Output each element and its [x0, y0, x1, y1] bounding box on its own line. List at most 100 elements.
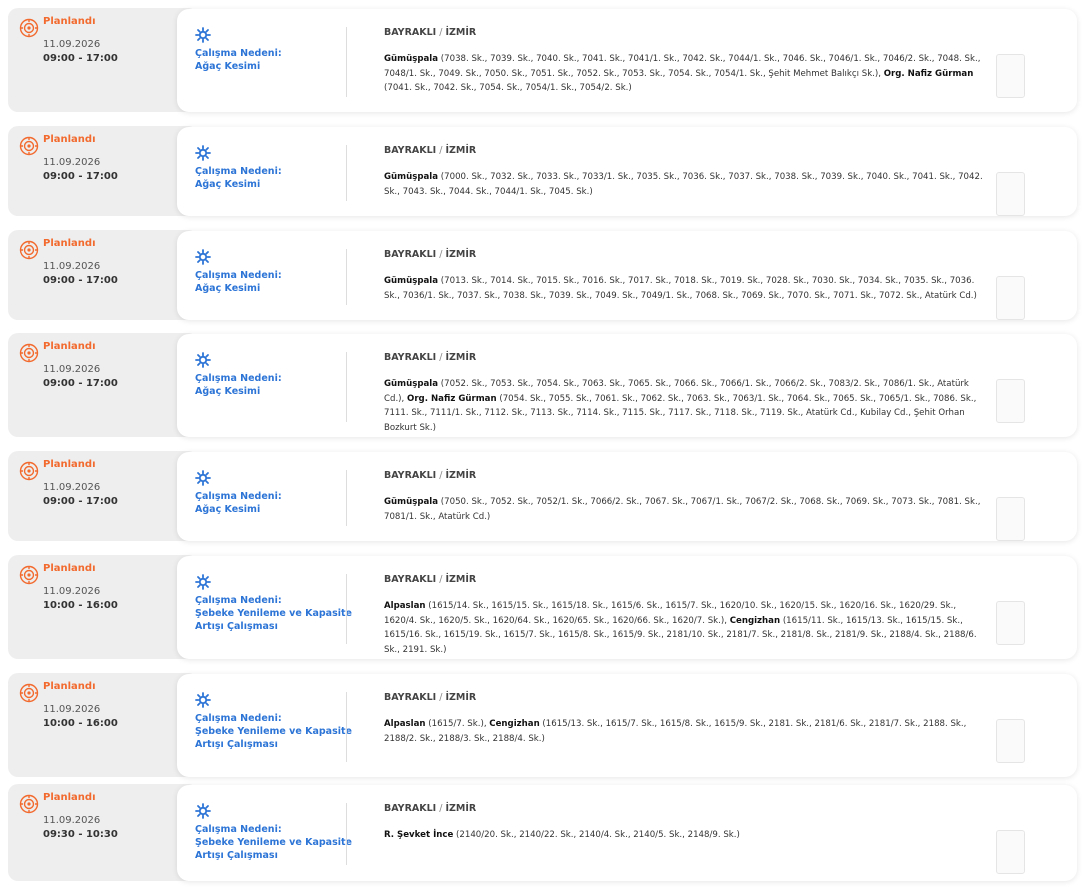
affected-streets: Alpaslan (1615/14. Sk., 1615/15. Sk., 16… [384, 599, 989, 657]
location: BAYRAKLI / İZMİR [384, 145, 477, 156]
outage-status-panel: Planlandı 11.09.2026 09:30 - 10:30 [8, 784, 198, 881]
map-thumbnail[interactable] [996, 54, 1025, 98]
work-reason: Çalışma Nedeni: Ağaç Kesimi [195, 269, 355, 295]
neighborhood-name: Org. Nafiz Gürman [883, 68, 974, 79]
district-label: BAYRAKLI [384, 574, 437, 585]
work-reason: Çalışma Nedeni: Ağaç Kesimi [195, 165, 355, 191]
divider [346, 145, 347, 201]
outage-detail-card: Çalışma Nedeni: Ağaç Kesimi BAYRAKLI / İ… [177, 334, 1077, 437]
outage-status-panel: Planlandı 11.09.2026 09:00 - 17:00 [8, 451, 198, 541]
neighborhood-name: Alpaslan [384, 601, 426, 611]
map-thumbnail[interactable] [996, 276, 1025, 320]
work-reason-text: Şebeke Yenileme ve Kapasite Artışı Çalış… [195, 837, 352, 861]
maintenance-gear-icon [195, 470, 211, 486]
outage-gear-icon [19, 461, 39, 481]
street-list: (1615/7. Sk.), [425, 719, 490, 729]
neighborhood-name: Gümüşpala [384, 497, 439, 507]
neighborhood-name: Gümüşpala [384, 54, 439, 64]
outage-status-panel: Planlandı 11.09.2026 09:00 - 17:00 [8, 8, 198, 112]
street-list: (2140/20. Sk., 2140/22. Sk., 2140/4. Sk.… [453, 830, 740, 840]
outage-gear-icon [19, 683, 39, 703]
outage-row: Planlandı 11.09.2026 09:00 - 17:00 Çalış… [8, 8, 1078, 112]
outage-status-panel: Planlandı 11.09.2026 10:00 - 16:00 [8, 673, 198, 777]
status-label: Planlandı [43, 681, 96, 692]
outage-detail-card: Çalışma Nedeni: Ağaç Kesimi BAYRAKLI / İ… [177, 127, 1077, 216]
outage-time: 09:00 - 17:00 [43, 275, 118, 286]
work-reason-prefix: Çalışma Nedeni: [195, 824, 282, 835]
affected-streets: Gümüşpala (7000. Sk., 7032. Sk., 7033. S… [384, 170, 989, 199]
outage-time: 09:00 - 17:00 [43, 378, 118, 389]
location: BAYRAKLI / İZMİR [384, 803, 477, 814]
district-label: BAYRAKLI [384, 352, 437, 363]
status-label: Planlandı [43, 459, 96, 470]
outage-detail-card: Çalışma Nedeni: Ağaç Kesimi BAYRAKLI / İ… [177, 452, 1077, 541]
outage-gear-icon [19, 343, 39, 363]
outage-row: Planlandı 11.09.2026 10:00 - 16:00 Çalış… [8, 555, 1078, 659]
divider [346, 27, 347, 97]
district-label: BAYRAKLI [384, 145, 437, 156]
outage-date: 11.09.2026 [43, 704, 101, 715]
work-reason-prefix: Çalışma Nedeni: [195, 595, 282, 606]
neighborhood-name: Cengizhan [489, 719, 540, 729]
work-reason-prefix: Çalışma Nedeni: [195, 491, 282, 502]
work-reason-text: Ağaç Kesimi [195, 283, 261, 294]
neighborhood-name: Org. Nafiz Gürman [407, 393, 497, 404]
city-label: İZMİR [445, 803, 477, 814]
outage-row: Planlandı 11.09.2026 09:30 - 10:30 Çalış… [8, 784, 1078, 881]
maintenance-gear-icon [195, 574, 211, 590]
work-reason-text: Ağaç Kesimi [195, 179, 261, 190]
location: BAYRAKLI / İZMİR [384, 574, 477, 585]
divider [346, 249, 347, 305]
location: BAYRAKLI / İZMİR [384, 249, 477, 260]
affected-streets: Gümüşpala (7050. Sk., 7052. Sk., 7052/1.… [384, 495, 989, 524]
work-reason: Çalışma Nedeni: Şebeke Yenileme ve Kapas… [195, 823, 355, 862]
status-label: Planlandı [43, 341, 96, 352]
maintenance-gear-icon [195, 249, 211, 265]
city-label: İZMİR [445, 692, 477, 703]
work-reason: Çalışma Nedeni: Ağaç Kesimi [195, 372, 355, 398]
work-reason-prefix: Çalışma Nedeni: [195, 48, 282, 59]
work-reason-prefix: Çalışma Nedeni: [195, 713, 282, 724]
outage-time: 10:00 - 16:00 [43, 718, 118, 729]
city-label: İZMİR [445, 145, 477, 156]
neighborhood-name: Gümüşpala [384, 379, 439, 389]
divider [346, 470, 347, 526]
affected-streets: Gümüşpala (7013. Sk., 7014. Sk., 7015. S… [384, 274, 989, 303]
work-reason-prefix: Çalışma Nedeni: [195, 270, 282, 281]
neighborhood-name: Cengizhan [729, 615, 781, 626]
divider [346, 803, 347, 865]
map-thumbnail[interactable] [996, 379, 1025, 423]
outage-time: 09:00 - 17:00 [43, 496, 118, 507]
work-reason-text: Şebeke Yenileme ve Kapasite Artışı Çalış… [195, 726, 352, 750]
map-thumbnail[interactable] [996, 719, 1025, 763]
outage-date: 11.09.2026 [43, 482, 101, 493]
map-thumbnail[interactable] [996, 601, 1025, 645]
district-label: BAYRAKLI [384, 249, 437, 260]
outage-date: 11.09.2026 [43, 261, 101, 272]
outage-status-panel: Planlandı 11.09.2026 09:00 - 17:00 [8, 230, 198, 320]
divider [346, 574, 347, 644]
affected-streets: R. Şevket İnce (2140/20. Sk., 2140/22. S… [384, 828, 989, 843]
outage-time: 09:00 - 17:00 [43, 171, 118, 182]
outage-row: Planlandı 11.09.2026 10:00 - 16:00 Çalış… [8, 673, 1078, 777]
location: BAYRAKLI / İZMİR [384, 692, 477, 703]
map-thumbnail[interactable] [996, 830, 1025, 874]
maintenance-gear-icon [195, 692, 211, 708]
map-thumbnail[interactable] [996, 172, 1025, 216]
work-reason: Çalışma Nedeni: Şebeke Yenileme ve Kapas… [195, 712, 355, 751]
outage-row: Planlandı 11.09.2026 09:00 - 17:00 Çalış… [8, 333, 1078, 437]
affected-streets: Gümüşpala (7052. Sk., 7053. Sk., 7054. S… [384, 377, 989, 435]
work-reason-prefix: Çalışma Nedeni: [195, 373, 282, 384]
divider [346, 352, 347, 422]
status-label: Planlandı [43, 238, 96, 249]
status-label: Planlandı [43, 16, 96, 27]
affected-streets: Alpaslan (1615/7. Sk.), Cengizhan (1615/… [384, 717, 989, 746]
location: BAYRAKLI / İZMİR [384, 27, 477, 38]
map-thumbnail[interactable] [996, 497, 1025, 541]
city-label: İZMİR [445, 249, 477, 260]
work-reason-text: Ağaç Kesimi [195, 61, 261, 72]
street-list: (7000. Sk., 7032. Sk., 7033. Sk., 7033/1… [384, 172, 983, 197]
outage-date: 11.09.2026 [43, 815, 101, 826]
street-list: (7041. Sk., 7042. Sk., 7054. Sk., 7054/1… [384, 83, 632, 93]
district-label: BAYRAKLI [384, 470, 437, 481]
